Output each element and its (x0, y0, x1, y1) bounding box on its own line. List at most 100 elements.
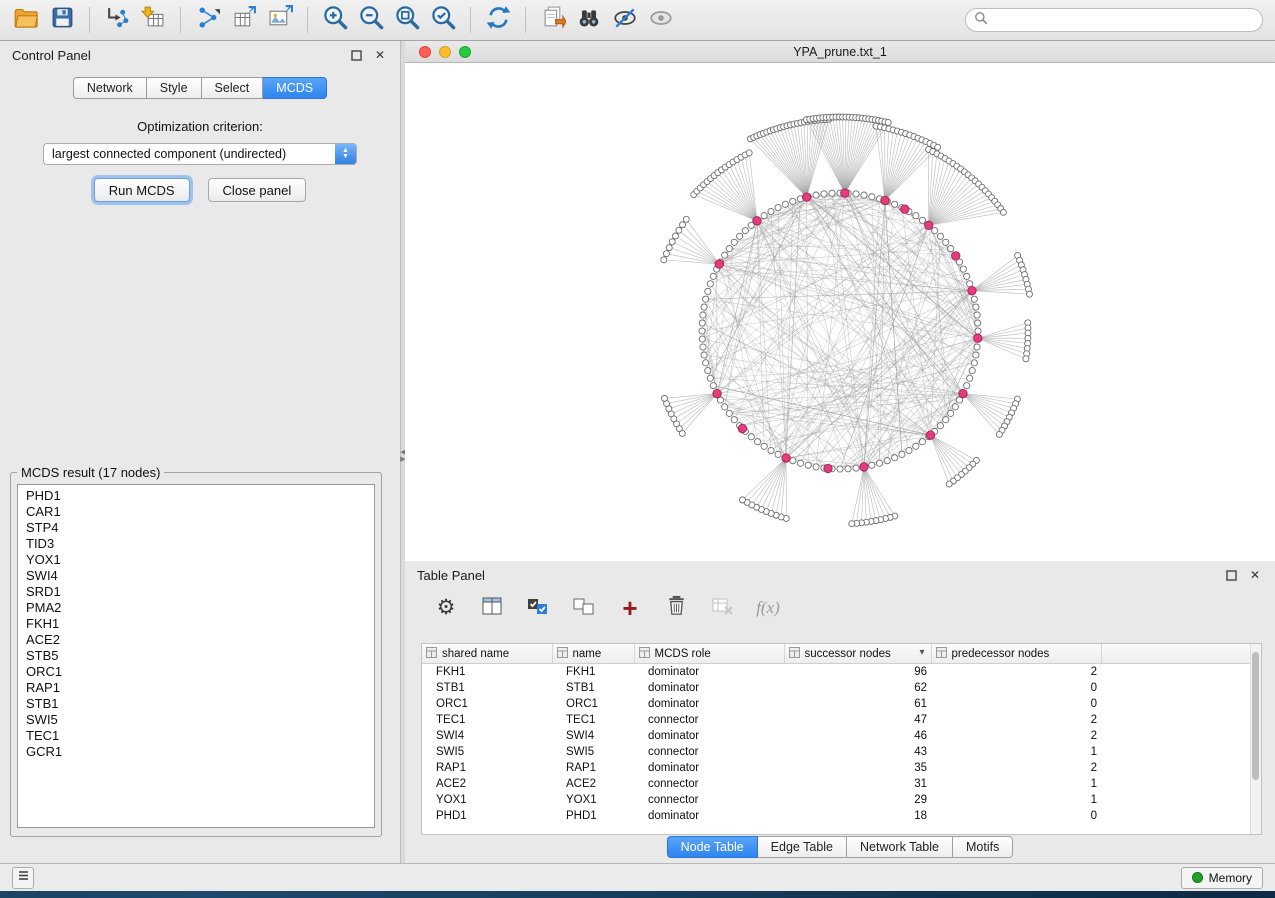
tab-motifs[interactable]: Motifs (953, 836, 1013, 858)
folder-icon (13, 5, 39, 36)
table-row[interactable]: YOX1YOX1connector291 (422, 792, 1254, 808)
table-panel-tabs: Node Table Edge Table Network Table Moti… (405, 836, 1275, 858)
table-row[interactable]: SWI4SWI4dominator462 (422, 728, 1254, 744)
copy-document-icon (541, 5, 566, 35)
function-builder-button: f(x) (755, 595, 781, 621)
optimization-criterion-select[interactable]: largest connected component (undirected)… (43, 143, 357, 165)
search-icon (974, 11, 988, 30)
tab-select[interactable]: Select (202, 77, 264, 99)
mcds-result-item[interactable]: STB1 (18, 696, 374, 712)
mcds-result-item[interactable]: TID3 (18, 536, 374, 552)
tab-node-table[interactable]: Node Table (667, 836, 758, 858)
control-panel-titlebar: Control Panel ✕ (0, 41, 400, 69)
toolbar-separator (307, 7, 308, 33)
node-table-body: FKH1FKH1dominator962STB1STB1dominator620… (422, 664, 1254, 825)
column-header-successor-nodes[interactable]: successor nodes▾ (784, 644, 931, 664)
memory-button[interactable]: Memory (1181, 867, 1263, 889)
mcds-result-item[interactable]: YOX1 (18, 552, 374, 568)
copy-style-button[interactable] (535, 4, 571, 36)
mcds-result-item[interactable]: SWI4 (18, 568, 374, 584)
delete-column-button[interactable] (663, 595, 689, 621)
column-header-filler (1101, 644, 1254, 664)
export-table-button[interactable] (226, 4, 262, 36)
search-input[interactable] (988, 10, 1262, 30)
scrollbar-thumb[interactable] (1252, 652, 1259, 780)
mcds-result-item[interactable]: ACE2 (18, 632, 374, 648)
toolbar-separator (89, 7, 90, 33)
mcds-result-item[interactable]: ORC1 (18, 664, 374, 680)
tab-network[interactable]: Network (73, 77, 147, 99)
mcds-result-item[interactable]: FKH1 (18, 616, 374, 632)
tab-mcds[interactable]: MCDS (263, 77, 327, 99)
table-row[interactable]: ACE2ACE2connector311 (422, 776, 1254, 792)
zoom-out-button[interactable] (353, 4, 389, 36)
panel-menu-button[interactable] (12, 867, 34, 889)
export-image-button[interactable] (262, 4, 298, 36)
mcds-result-item[interactable]: STB5 (18, 648, 374, 664)
tab-style[interactable]: Style (147, 77, 202, 99)
fx-icon: f(x) (756, 598, 780, 618)
toolbar-separator (525, 7, 526, 33)
column-header-predecessor-nodes[interactable]: predecessor nodes (931, 644, 1101, 664)
import-table-button[interactable] (135, 4, 171, 36)
table-panel: Table Panel ✕ ⚙ + f(x (405, 561, 1275, 863)
zoom-in-button[interactable] (317, 4, 353, 36)
network-window-title: YPA_prune.txt_1 (405, 45, 1275, 59)
zoom-selected-icon (430, 4, 457, 36)
export-network-button[interactable] (190, 4, 226, 36)
mcds-result-item[interactable]: SWI5 (18, 712, 374, 728)
table-row[interactable]: SWI5SWI5connector431 (422, 744, 1254, 760)
float-table-panel-icon[interactable] (1223, 567, 1239, 583)
plus-icon: + (622, 598, 637, 618)
open-file-button[interactable] (8, 4, 44, 36)
network-view-window: YPA_prune.txt_1 (405, 41, 1275, 561)
network-window-titlebar[interactable]: YPA_prune.txt_1 (405, 41, 1275, 63)
column-header-mcds-role[interactable]: MCDS role (634, 644, 784, 664)
table-header-row: shared name name MCDS role successor nod… (422, 644, 1254, 664)
create-column-button[interactable]: + (617, 595, 643, 621)
table-row[interactable]: FKH1FKH1dominator962 (422, 664, 1254, 681)
mcds-result-item[interactable]: PMA2 (18, 600, 374, 616)
zoom-fit-button[interactable] (389, 4, 425, 36)
close-panel-button[interactable]: Close panel (208, 178, 307, 202)
dropdown-selected-value: largest connected component (undirected) (44, 147, 335, 161)
network-graph[interactable] (405, 63, 1275, 562)
save-icon (50, 5, 75, 35)
sort-dropdown-icon[interactable]: ▾ (919, 647, 924, 658)
table-toolbar: ⚙ + f(x) (405, 589, 1275, 625)
tab-network-table[interactable]: Network Table (847, 836, 953, 858)
table-row[interactable]: RAP1RAP1dominator352 (422, 760, 1254, 776)
column-header-name[interactable]: name (552, 644, 634, 664)
close-table-panel-icon[interactable]: ✕ (1247, 567, 1263, 583)
table-scrollbar[interactable] (1250, 644, 1261, 834)
select-all-button[interactable] (525, 595, 551, 621)
zoom-selected-button[interactable] (425, 4, 461, 36)
import-network-button[interactable] (99, 4, 135, 36)
close-panel-icon[interactable]: ✕ (372, 47, 388, 63)
mcds-result-item[interactable]: STP4 (18, 520, 374, 536)
run-mcds-button[interactable]: Run MCDS (94, 178, 190, 202)
binoculars-icon (576, 5, 602, 36)
mcds-result-item[interactable]: PHD1 (18, 488, 374, 504)
search-network-button[interactable] (571, 4, 607, 36)
apply-layout-button[interactable] (480, 4, 516, 36)
mcds-result-item[interactable]: TEC1 (18, 728, 374, 744)
column-chooser-button[interactable] (479, 595, 505, 621)
mcds-result-item[interactable]: GCR1 (18, 744, 374, 760)
mcds-result-item[interactable]: CAR1 (18, 504, 374, 520)
table-row[interactable]: TEC1TEC1connector472 (422, 712, 1254, 728)
table-row[interactable]: PHD1PHD1dominator180 (422, 808, 1254, 824)
hide-column-button-disabled (709, 595, 735, 621)
column-header-shared-name[interactable]: shared name (422, 644, 552, 664)
table-row[interactable]: STB1STB1dominator620 (422, 680, 1254, 696)
float-panel-icon[interactable] (348, 47, 364, 63)
save-session-button[interactable] (44, 4, 80, 36)
deselect-all-button[interactable] (571, 595, 597, 621)
table-settings-button[interactable]: ⚙ (433, 595, 459, 621)
hide-elements-button[interactable] (607, 4, 643, 36)
mcds-result-item[interactable]: RAP1 (18, 680, 374, 696)
tab-edge-table[interactable]: Edge Table (758, 836, 847, 858)
show-elements-button[interactable] (643, 4, 679, 36)
table-row[interactable]: ORC1ORC1dominator610 (422, 696, 1254, 712)
mcds-result-item[interactable]: SRD1 (18, 584, 374, 600)
